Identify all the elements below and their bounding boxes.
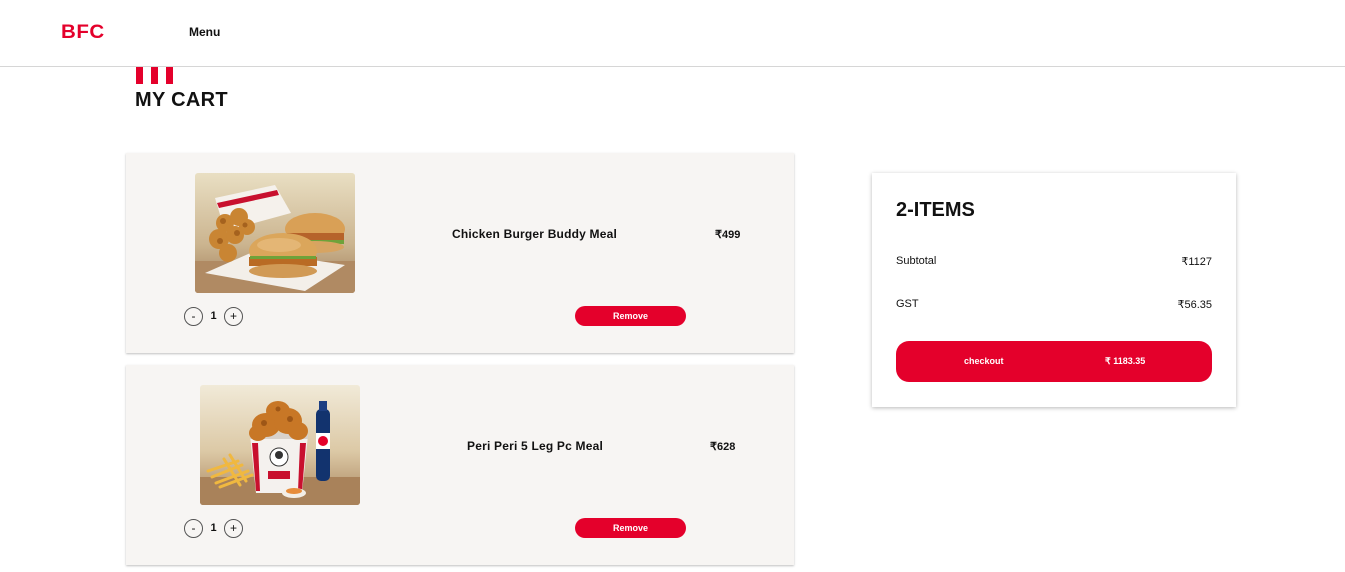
item-name: Peri Peri 5 Leg Pc Meal [467,439,603,453]
quantity-stepper: - 1 + [184,518,243,538]
nav-menu-link[interactable]: Menu [189,25,220,39]
remove-button[interactable]: Remove [575,518,686,538]
decrement-button[interactable]: - [184,306,203,326]
quantity-value: 1 [210,522,217,534]
item-count-title: 2-ITEMS [896,199,975,221]
item-price: ₹499 [715,229,741,241]
brand-logo[interactable]: BFC [61,22,105,44]
cart-item: Chicken Burger Buddy Meal ₹499 - 1 + Rem… [126,153,794,353]
gst-value: ₹56.35 [1177,299,1212,311]
subtotal-value: ₹1127 [1181,256,1212,268]
subtotal-label: Subtotal [896,255,937,267]
remove-button[interactable]: Remove [575,306,686,326]
order-summary-card: 2-ITEMS Subtotal ₹1127 GST ₹56.35 checko… [872,173,1236,407]
item-price: ₹628 [710,441,736,453]
item-name: Chicken Burger Buddy Meal [452,227,618,241]
brand-stripes [136,67,173,84]
chicken-burger-buddy-meal-image [195,173,355,293]
checkout-button[interactable]: checkout ₹ 1183.35 [896,341,1212,382]
increment-button[interactable]: + [224,518,243,538]
quantity-value: 1 [210,310,217,322]
increment-button[interactable]: + [224,306,243,326]
peri-peri-meal-image [200,385,360,505]
checkout-amount: ₹ 1183.35 [1105,356,1146,366]
gst-label: GST [896,298,919,310]
checkout-label: checkout [964,356,1004,366]
top-nav-bar: BFC Menu [0,0,1345,67]
page-title: MY CART [135,89,228,111]
quantity-stepper: - 1 + [184,306,243,326]
decrement-button[interactable]: - [184,518,203,538]
cart-item: Peri Peri 5 Leg Pc Meal ₹628 - 1 + Remov… [126,365,794,565]
